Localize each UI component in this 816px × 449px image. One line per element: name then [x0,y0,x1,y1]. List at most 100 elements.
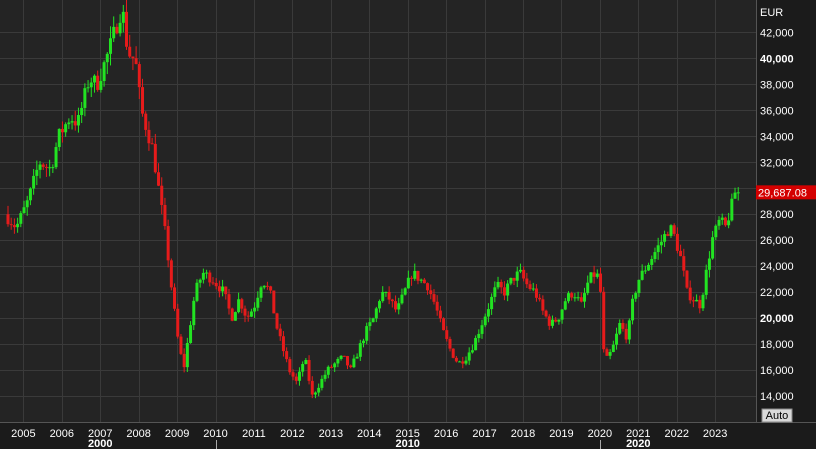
candle-body [217,286,221,292]
candle-body [378,301,382,309]
candle-body [637,279,641,294]
candle-body [243,308,247,316]
candle-body [118,22,122,34]
candle-body [301,364,305,372]
candle-body [57,128,61,148]
candle-body [400,294,404,304]
y-axis: EUR 14,000 16,000 18,000 20,000 22,000 24,000… [760,7,794,403]
candle [589,272,593,284]
y-tick-label: 42,000 [760,27,794,39]
y-tick-label: 28,000 [760,209,794,221]
candle-body [429,290,433,295]
candle-body [438,310,442,319]
candle-body [32,175,36,189]
candle-body [362,340,366,344]
candle-body [227,294,231,309]
candle-body [691,300,695,302]
candle-body [329,366,333,368]
candle-body [345,356,349,366]
candle-body [675,233,679,251]
candle-body [131,56,135,59]
candle-body [650,258,654,265]
candle-body [246,315,250,317]
candle-body [698,299,702,309]
candle-body [499,281,503,288]
candle-body [384,291,388,293]
price-chart: EUR 14,000 16,000 18,000 20,000 22,000 24,000… [0,0,816,449]
candle-body [736,192,740,194]
candle-body [240,299,244,309]
candle-body [547,316,551,326]
candle-body [28,188,32,201]
auto-scale-button[interactable]: Auto [761,408,793,423]
candle-body [554,319,558,322]
candle-body [80,107,84,116]
x-tick-label: 2023 [703,428,727,440]
candle-body [137,64,141,88]
candle-body [310,380,314,395]
candle-body [51,167,55,169]
candle-body [406,277,410,289]
candle-body [99,81,103,90]
x-tick-label: 2011 [242,428,266,440]
candle-body [285,351,289,360]
candle-body [9,224,13,226]
candle-body [176,308,180,337]
candle-body [169,260,173,288]
candle-body [64,124,68,133]
last-price-tag: 29,687.08 [756,185,816,200]
candle-body [128,46,132,57]
candle-body [602,291,606,350]
candle-body [352,358,356,368]
candle-body [262,285,266,288]
y-tick-label: 40,000 [760,53,794,65]
candle-body [723,217,727,226]
candle-body [525,278,529,285]
candle-body [560,309,564,320]
x-tick-label: 2017 [472,428,496,440]
decade-label: 2000 [88,438,112,449]
candle [631,294,635,325]
candle-body [179,336,183,354]
candle-body [576,297,580,299]
candle-body [278,328,282,337]
candle-body [589,272,593,283]
candle-body [92,75,96,83]
candle-body [659,241,663,246]
candle-body [205,272,209,274]
candle [685,270,689,289]
candle-body [451,348,455,358]
candle-body [595,273,599,277]
auto-scale-button-label: Auto [766,410,789,422]
candle-body [339,355,343,359]
candle-body [672,225,676,234]
candle-body [461,361,465,364]
candle-body [634,293,638,299]
candle-body [515,271,519,281]
candle [173,283,177,312]
candle-body [599,273,603,292]
candle-body [208,272,212,283]
candle-body [35,169,39,176]
candle-body [563,301,567,310]
x-tick-label: 2020 [588,428,612,440]
candle-body [317,387,321,393]
candle-body [189,325,193,344]
candle-body [419,279,423,281]
candle-body [12,225,16,228]
last-price-value: 29,687.08 [758,187,807,199]
decade-label: 2010 [395,438,419,449]
candle-body [125,11,129,47]
candle-body [25,200,29,208]
candle-body [541,299,545,311]
candle-body [640,270,644,280]
candle [288,356,292,375]
candle-body [666,234,670,236]
candle-body [403,288,407,295]
candle-body [621,323,625,329]
candle-body [211,282,215,284]
candle-body [288,359,292,373]
candle-body [281,336,285,352]
candle-body [682,256,686,271]
candle-body [528,284,532,290]
